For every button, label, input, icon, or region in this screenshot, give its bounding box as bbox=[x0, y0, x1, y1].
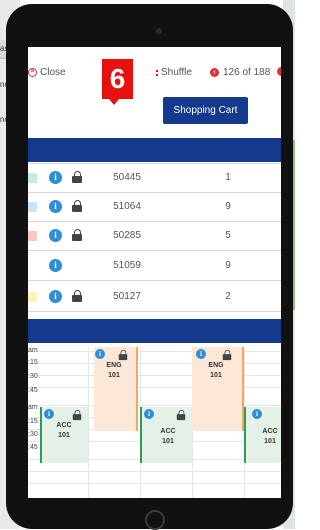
lock-icon[interactable] bbox=[72, 290, 82, 302]
home-button[interactable] bbox=[145, 510, 165, 530]
table-row[interactable]: i 50285 5 bbox=[28, 222, 281, 251]
section-count: 2 bbox=[225, 291, 231, 302]
time-label: :15 bbox=[28, 359, 38, 366]
course-number: 101 bbox=[264, 438, 276, 445]
lock-icon[interactable] bbox=[72, 171, 82, 183]
time-label: :15 bbox=[28, 418, 38, 425]
schedule-header-bar bbox=[28, 319, 281, 343]
step-badge: 6 bbox=[102, 59, 133, 99]
course-block-eng[interactable]: i ENG 101 bbox=[94, 347, 138, 431]
course-name: ACC bbox=[56, 422, 72, 429]
time-label: :45 bbox=[28, 387, 38, 394]
time-label: :45 bbox=[28, 444, 38, 451]
info-icon[interactable]: i bbox=[252, 409, 262, 419]
info-icon[interactable]: i bbox=[49, 259, 62, 272]
section-code: 51059 bbox=[113, 260, 141, 271]
course-name: ENG bbox=[106, 362, 122, 369]
lock-icon[interactable] bbox=[72, 200, 82, 212]
app-screen: × Close 6 Shuffle ‹ 126 of 188 › Shoppin… bbox=[28, 47, 281, 498]
info-icon[interactable]: i bbox=[49, 171, 62, 184]
course-name: ACC bbox=[160, 428, 176, 435]
info-icon[interactable]: i bbox=[49, 229, 62, 242]
lock-icon[interactable] bbox=[72, 409, 82, 421]
table-row[interactable]: i 50127 2 bbox=[28, 283, 281, 312]
section-code: 51064 bbox=[113, 201, 141, 212]
table-row[interactable]: i 50445 1 bbox=[28, 163, 281, 193]
course-block-acc[interactable]: i ACC 101 bbox=[40, 407, 88, 463]
color-swatch bbox=[28, 173, 37, 183]
course-block-acc[interactable]: i ACC 101 bbox=[244, 407, 281, 463]
info-icon[interactable]: i bbox=[144, 409, 154, 419]
previous-arrow-icon[interactable]: ‹ bbox=[210, 68, 219, 77]
info-icon[interactable]: i bbox=[44, 409, 54, 419]
lock-icon[interactable] bbox=[176, 409, 186, 421]
time-label: :30 bbox=[28, 373, 38, 380]
course-number: 101 bbox=[108, 372, 120, 379]
course-block-eng[interactable]: i ENG 101 bbox=[192, 347, 244, 431]
next-arrow-icon[interactable]: › bbox=[277, 67, 281, 76]
course-name: ACC bbox=[262, 428, 278, 435]
info-icon[interactable]: i bbox=[49, 200, 62, 213]
course-block-acc[interactable]: i ACC 101 bbox=[140, 407, 192, 463]
course-number: 101 bbox=[162, 438, 174, 445]
lock-icon[interactable] bbox=[222, 349, 232, 361]
color-swatch bbox=[28, 202, 37, 212]
course-name: ENG bbox=[208, 362, 224, 369]
close-icon: × bbox=[28, 68, 37, 77]
section-code: 50127 bbox=[113, 291, 141, 302]
schedule-grid: am :15 :30 :45 am :15 :30 :45 i ENG 101 … bbox=[28, 347, 281, 498]
close-label: Close bbox=[40, 67, 66, 78]
info-icon[interactable]: i bbox=[196, 349, 206, 359]
lock-icon[interactable] bbox=[72, 229, 82, 241]
section-count: 9 bbox=[225, 260, 231, 271]
time-label: :30 bbox=[28, 431, 38, 438]
section-count: 1 bbox=[225, 172, 231, 183]
table-row[interactable]: i 51059 9 bbox=[28, 252, 281, 281]
lock-icon[interactable] bbox=[118, 349, 128, 361]
time-label: am bbox=[28, 404, 38, 411]
color-swatch bbox=[28, 292, 37, 302]
shuffle-icon bbox=[156, 69, 158, 76]
section-header-bar bbox=[28, 138, 281, 162]
shuffle-label: Shuffle bbox=[161, 67, 192, 78]
pager: ‹ 126 of 188 bbox=[210, 67, 270, 78]
toolbar: × Close 6 Shuffle ‹ 126 of 188 › Shoppin… bbox=[28, 47, 281, 137]
section-count: 5 bbox=[225, 230, 231, 241]
result-counter: 126 of 188 bbox=[223, 67, 271, 78]
step-badge-pointer bbox=[109, 99, 119, 105]
table-row[interactable]: i 51064 9 bbox=[28, 193, 281, 222]
section-count: 9 bbox=[225, 201, 231, 212]
section-code: 50445 bbox=[113, 172, 141, 183]
camera-icon bbox=[156, 28, 162, 34]
time-label: am bbox=[28, 347, 38, 354]
shuffle-button[interactable]: Shuffle bbox=[156, 67, 192, 78]
info-icon[interactable]: i bbox=[95, 349, 105, 359]
close-button[interactable]: × Close bbox=[28, 67, 66, 78]
shopping-cart-button[interactable]: Shopping Cart bbox=[163, 97, 248, 124]
section-code: 50285 bbox=[113, 230, 141, 241]
info-icon[interactable]: i bbox=[49, 290, 62, 303]
color-swatch bbox=[28, 231, 37, 241]
course-number: 101 bbox=[58, 432, 70, 439]
course-number: 101 bbox=[210, 372, 222, 379]
